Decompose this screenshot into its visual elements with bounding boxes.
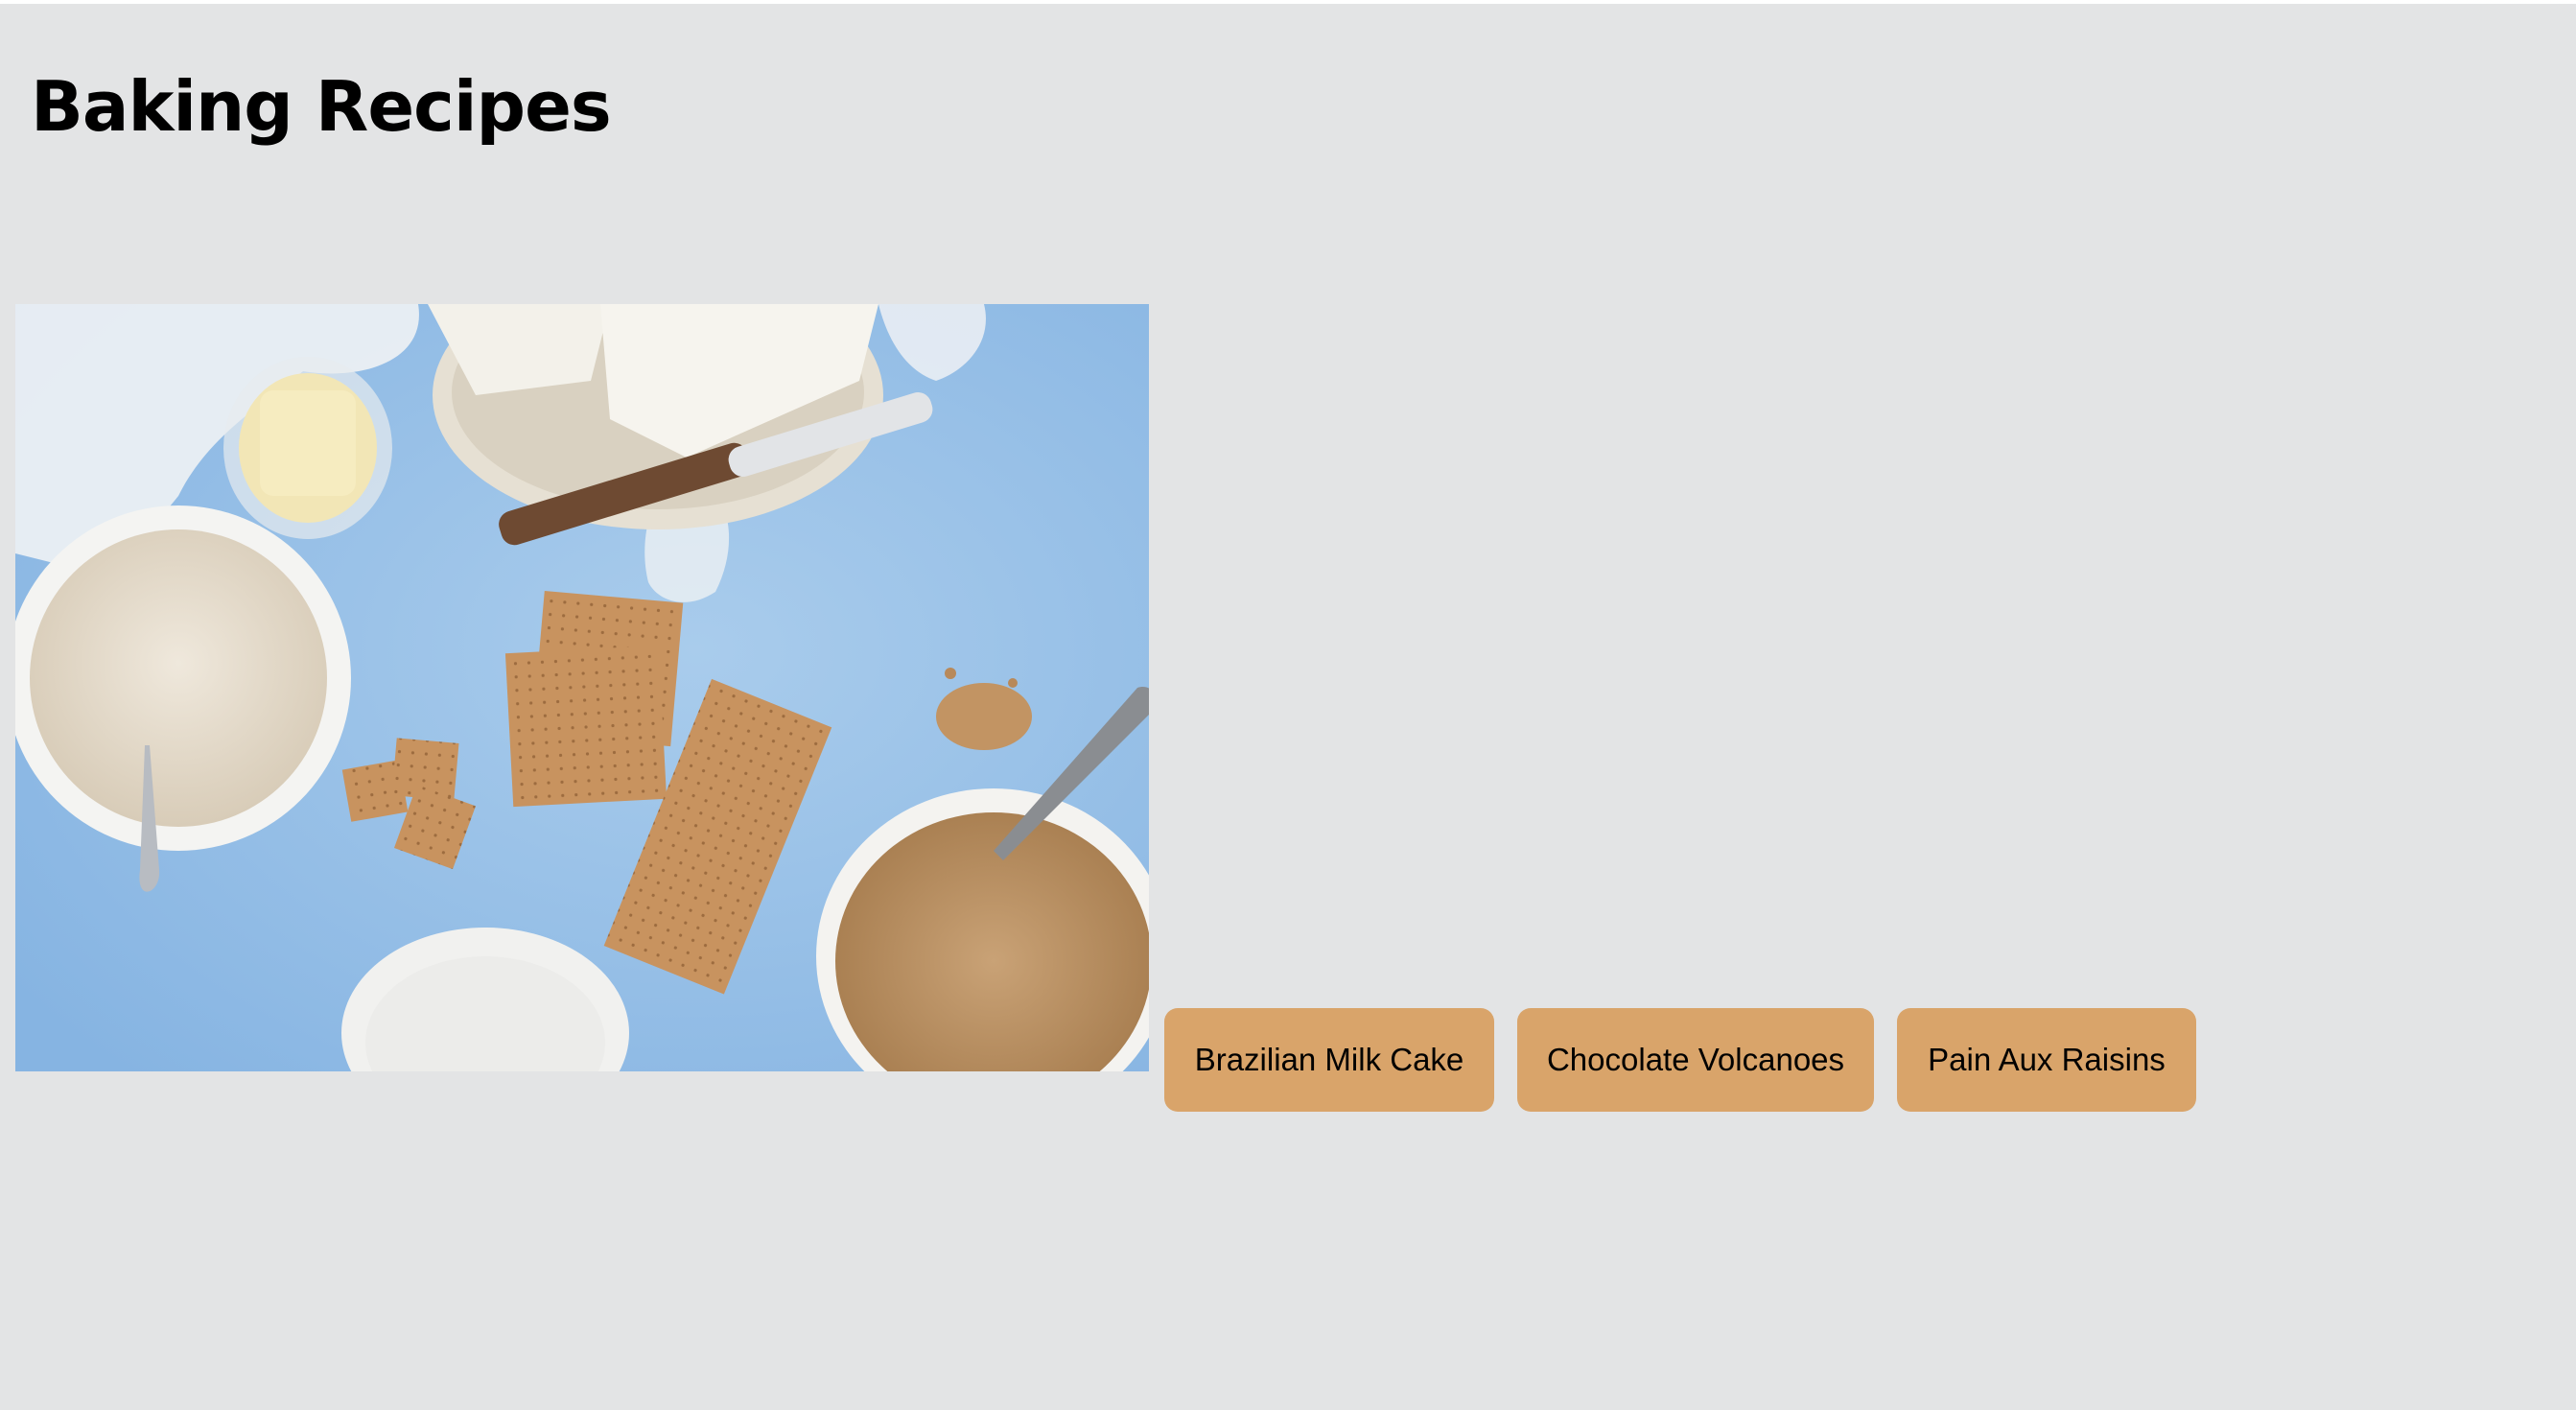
brazilian-milk-cake-button[interactable]: Brazilian Milk Cake xyxy=(1164,1008,1494,1112)
recipe-button-group: Brazilian Milk Cake Chocolate Volcanoes … xyxy=(1164,1008,2196,1112)
page-title: Baking Recipes xyxy=(31,66,612,147)
hero-image xyxy=(15,304,1149,1071)
pain-aux-raisins-button[interactable]: Pain Aux Raisins xyxy=(1897,1008,2196,1112)
chocolate-volcanoes-button[interactable]: Chocolate Volcanoes xyxy=(1517,1008,1874,1112)
